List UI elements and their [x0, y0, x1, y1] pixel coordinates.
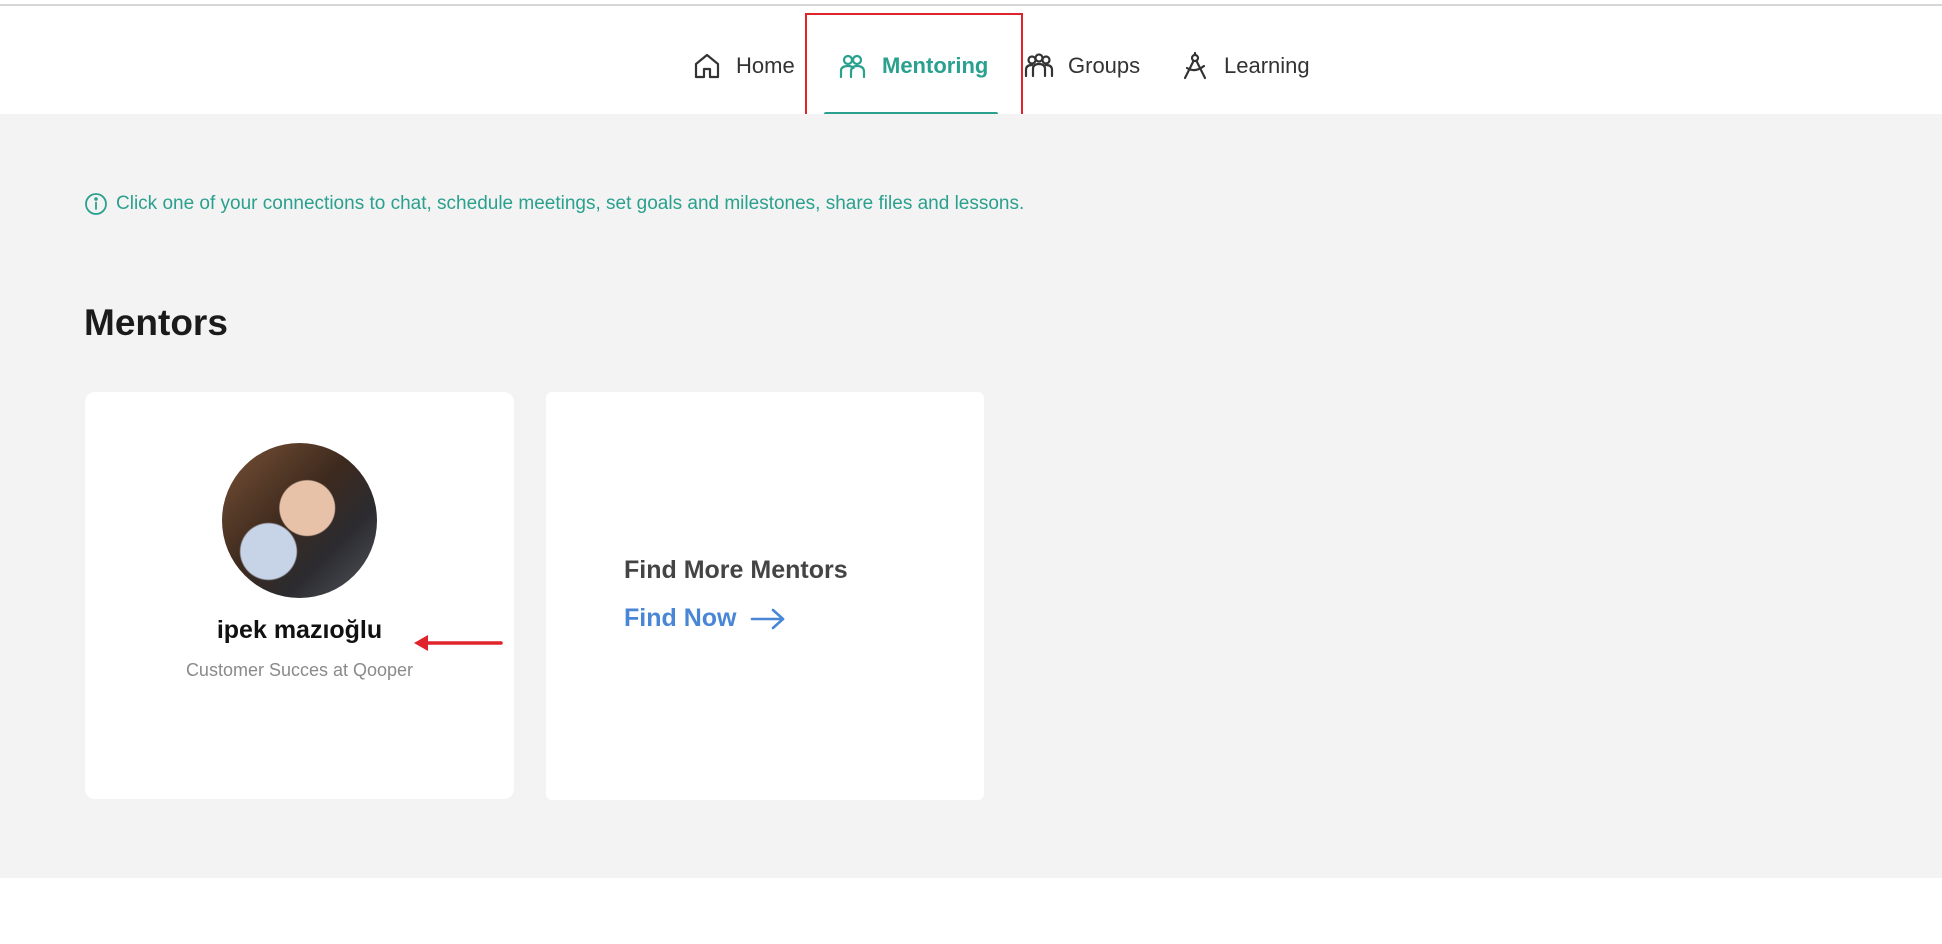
annotation-arrow-icon	[414, 635, 503, 651]
find-more-title: Find More Mentors	[624, 556, 848, 584]
find-now-label: Find Now	[624, 604, 737, 632]
info-icon	[85, 193, 107, 215]
groups-icon	[1024, 53, 1054, 78]
nav-item-label: Groups	[1068, 53, 1141, 78]
nav-item-home[interactable]: Home	[692, 42, 795, 90]
arrow-right-icon	[751, 608, 785, 629]
find-more-mentors-card: Find More Mentors Find Now	[546, 392, 984, 800]
find-now-link[interactable]: Find Now	[624, 604, 786, 633]
section-title-mentors: Mentors	[84, 302, 228, 343]
info-message: Click one of your connections to chat, s…	[84, 192, 1024, 216]
nav-item-groups[interactable]: Groups	[1024, 42, 1140, 90]
home-icon	[694, 53, 720, 79]
nav-item-label: Home	[736, 53, 795, 78]
avatar[interactable]	[222, 443, 377, 598]
highlight-annotation-box	[805, 13, 1023, 123]
nav-item-label: Learning	[1224, 53, 1310, 78]
learning-icon	[1183, 51, 1207, 80]
mentor-role: Customer Succes at Qooper	[185, 660, 414, 680]
main-content: Click one of your connections to chat, s…	[0, 114, 1942, 878]
nav-item-learning[interactable]: Learning	[1180, 42, 1310, 90]
info-text: Click one of your connections to chat, s…	[116, 193, 1025, 214]
mentor-card[interactable]: ipek mazıoğlu Customer Succes at Qooper	[85, 392, 514, 799]
